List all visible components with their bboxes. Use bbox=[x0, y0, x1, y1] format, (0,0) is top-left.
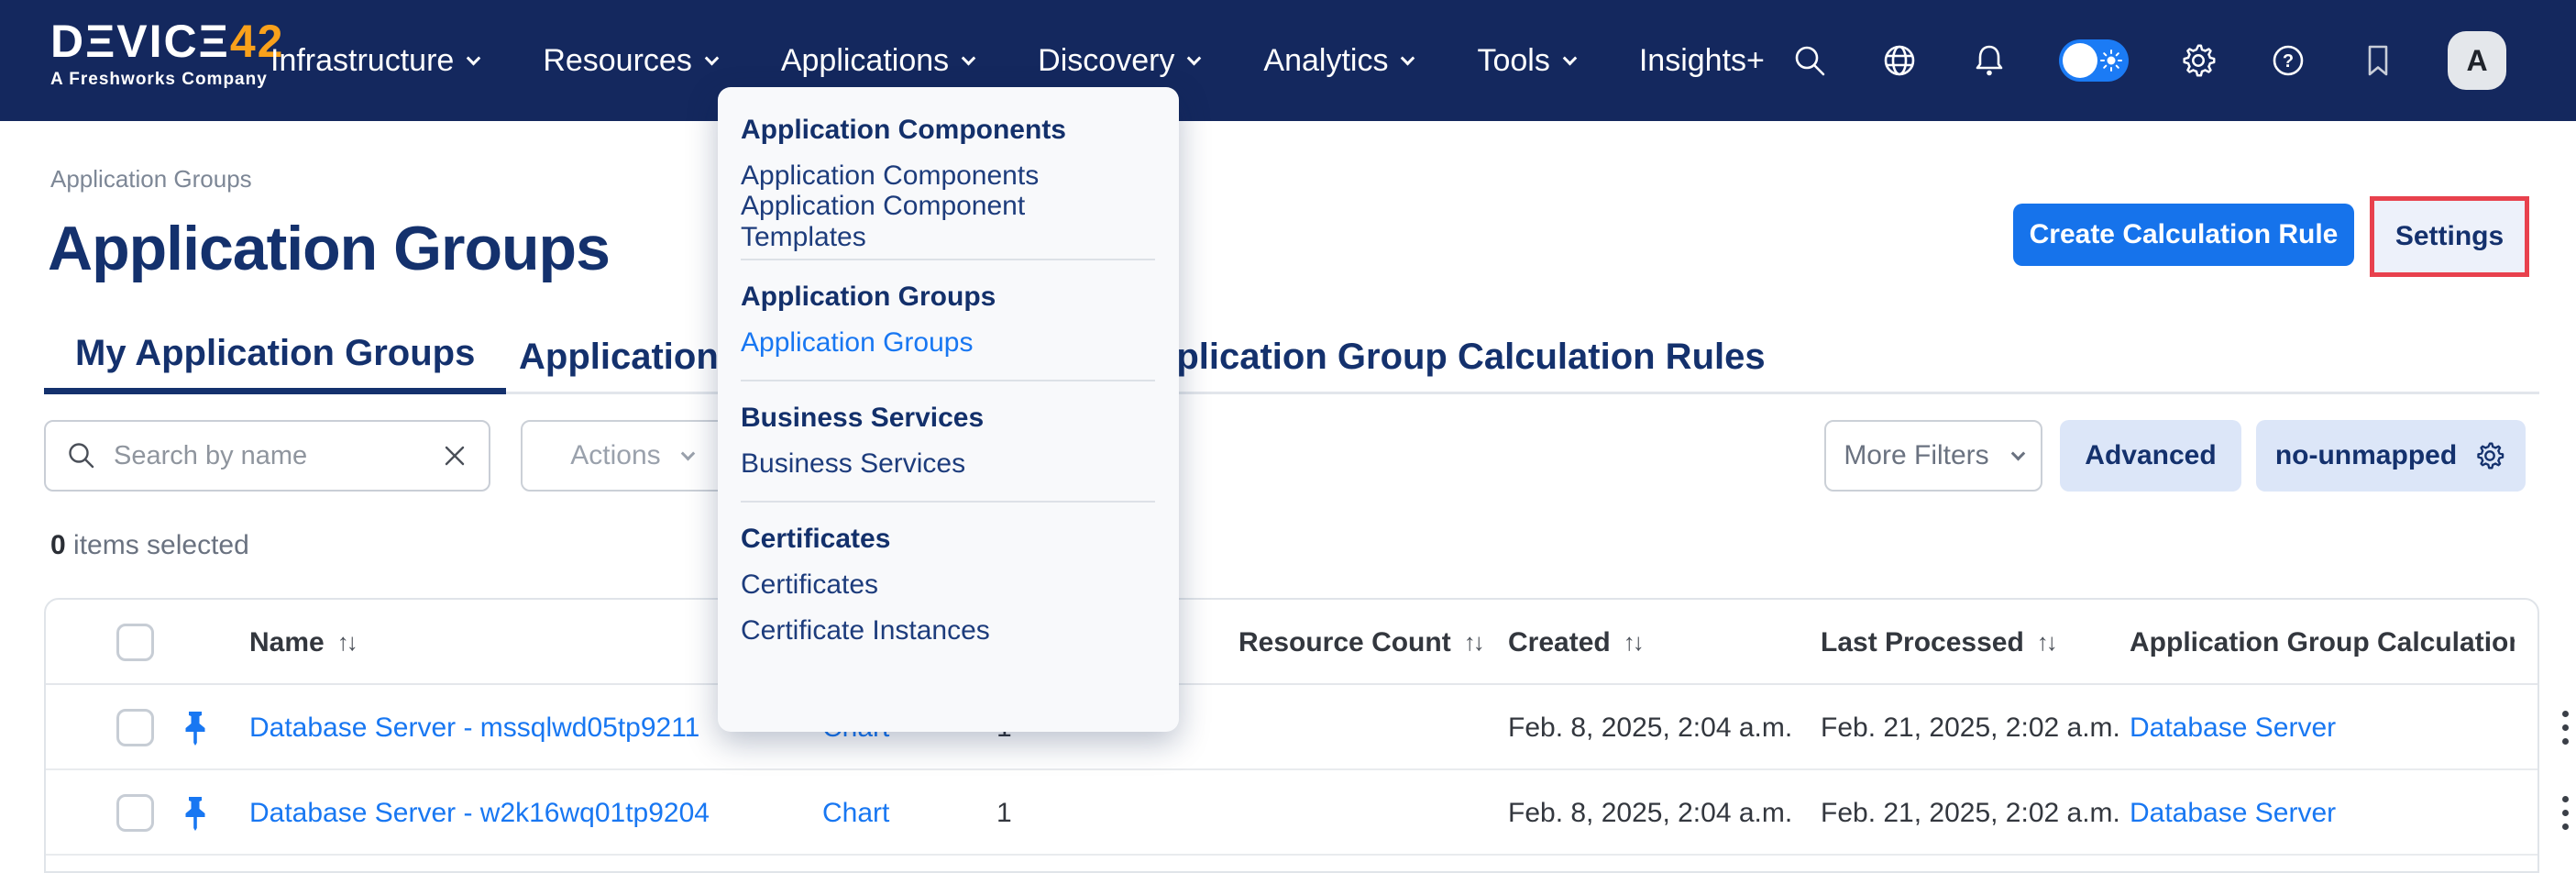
tab-application-group-calculation-rules[interactable]: Application Group Calculation Rules bbox=[1096, 319, 1797, 394]
menu-section-title: Business Services bbox=[741, 395, 1155, 441]
application-groups-table: Name↑↓ Resource Count↑↓ Created↑↓ Last P… bbox=[44, 598, 2539, 873]
pin-icon[interactable] bbox=[180, 770, 211, 856]
row-checkbox[interactable] bbox=[116, 709, 154, 746]
nav-insights-plus[interactable]: Insights+ bbox=[1639, 43, 1765, 79]
table-header-row: Name↑↓ Resource Count↑↓ Created↑↓ Last P… bbox=[46, 600, 2537, 685]
toggle-knob bbox=[2063, 43, 2097, 78]
logo-wordmark: DΞVICΞ42 bbox=[50, 17, 284, 66]
sort-icon[interactable]: ↑↓ bbox=[1624, 628, 1642, 657]
calculation-rule-link[interactable]: Database Server bbox=[2130, 798, 2336, 829]
nav-discovery[interactable]: Discovery bbox=[1038, 43, 1199, 79]
logo-tagline: A Freshworks Company bbox=[50, 70, 284, 90]
applications-menu: Application Components Application Compo… bbox=[718, 87, 1179, 732]
column-header-created[interactable]: Created↑↓ bbox=[1508, 600, 1642, 685]
chevron-down-icon bbox=[1187, 50, 1202, 65]
notifications-bell-icon[interactable] bbox=[1969, 40, 2009, 81]
count-value: 1 bbox=[996, 770, 1012, 856]
selection-summary: 0 items selected bbox=[50, 530, 249, 561]
row-menu-button[interactable] bbox=[2547, 685, 2576, 770]
top-navbar: DΞVICΞ42 A Freshworks Company Infrastruc… bbox=[0, 0, 2576, 121]
nav-analytics[interactable]: Analytics bbox=[1263, 43, 1413, 79]
menu-divider bbox=[741, 259, 1155, 260]
row-menu-button[interactable] bbox=[2547, 770, 2576, 856]
more-filters-dropdown[interactable]: More Filters bbox=[1824, 420, 2042, 492]
menu-divider bbox=[741, 380, 1155, 381]
tab-bar: My Application Groups Application Groups… bbox=[44, 319, 2539, 394]
menu-item-application-component-templates[interactable]: Application Component Templates bbox=[741, 199, 1155, 245]
selected-count: 0 bbox=[50, 530, 66, 560]
created-value: Feb. 8, 2025, 2:04 a.m. bbox=[1508, 770, 1792, 856]
column-header-resource-count[interactable]: Resource Count↑↓ bbox=[1238, 600, 1482, 685]
globe-icon[interactable] bbox=[1879, 40, 1920, 81]
search-icon bbox=[66, 440, 97, 471]
chevron-down-icon bbox=[705, 50, 720, 65]
menu-section-title: Application Components bbox=[741, 107, 1155, 153]
application-group-link[interactable]: Database Server - mssqlwd05tp9211 bbox=[249, 713, 699, 744]
nav-applications[interactable]: Applications bbox=[781, 43, 974, 79]
menu-divider bbox=[741, 501, 1155, 503]
logo-device: DΞVICΞ bbox=[50, 16, 230, 67]
menu-item-certificates[interactable]: Certificates bbox=[741, 562, 1155, 608]
nav-tools[interactable]: Tools bbox=[1477, 43, 1574, 79]
device42-logo[interactable]: DΞVICΞ42 A Freshworks Company bbox=[50, 17, 284, 90]
select-all-checkbox-cell bbox=[116, 600, 154, 685]
theme-toggle[interactable] bbox=[2059, 39, 2129, 82]
actions-dropdown[interactable]: Actions bbox=[521, 420, 743, 492]
chevron-down-icon bbox=[1563, 50, 1578, 65]
nav-infrastructure[interactable]: Infrastructure bbox=[270, 43, 479, 79]
table-row: Database Server - mssqlwd05tp9211 Chart … bbox=[46, 685, 2537, 770]
calculation-rule-link[interactable]: Database Server bbox=[2130, 713, 2336, 744]
settings-highlight-box: Settings bbox=[2370, 196, 2529, 277]
chevron-down-icon bbox=[2010, 446, 2025, 460]
chevron-down-icon bbox=[467, 50, 481, 65]
navbar-actions: ? A bbox=[1789, 0, 2506, 121]
column-header-last-processed[interactable]: Last Processed↑↓ bbox=[1821, 600, 2055, 685]
menu-section-title: Certificates bbox=[741, 516, 1155, 562]
create-calculation-rule-button[interactable]: Create Calculation Rule bbox=[2013, 204, 2354, 266]
sun-icon bbox=[2100, 50, 2122, 72]
settings-button[interactable]: Settings bbox=[2374, 201, 2525, 272]
last-processed-value: Feb. 21, 2025, 2:02 a.m. bbox=[1821, 685, 2120, 770]
select-all-checkbox[interactable] bbox=[116, 624, 154, 661]
menu-item-certificate-instances[interactable]: Certificate Instances bbox=[741, 608, 1155, 654]
kebab-icon bbox=[2562, 796, 2569, 830]
row-checkbox[interactable] bbox=[116, 794, 154, 832]
chevron-down-icon bbox=[680, 446, 695, 460]
application-group-link[interactable]: Database Server - w2k16wq01tp9204 bbox=[249, 798, 710, 829]
created-value: Feb. 8, 2025, 2:04 a.m. bbox=[1508, 685, 1792, 770]
scope-filter-button[interactable]: no-unmapped bbox=[2256, 420, 2526, 492]
advanced-button[interactable]: Advanced bbox=[2060, 420, 2241, 492]
tab-my-application-groups[interactable]: My Application Groups bbox=[44, 319, 506, 394]
kebab-icon bbox=[2562, 711, 2569, 745]
menu-section-title: Application Groups bbox=[741, 274, 1155, 320]
chevron-down-icon bbox=[1401, 50, 1415, 65]
clear-search-icon[interactable] bbox=[441, 442, 468, 470]
breadcrumb[interactable]: Application Groups bbox=[50, 165, 252, 193]
last-processed-value: Feb. 21, 2025, 2:02 a.m. bbox=[1821, 770, 2120, 856]
sort-icon[interactable]: ↑↓ bbox=[337, 628, 356, 657]
svg-text:?: ? bbox=[2283, 51, 2294, 72]
search-icon[interactable] bbox=[1789, 40, 1830, 81]
pin-icon[interactable] bbox=[180, 685, 211, 770]
sort-icon[interactable]: ↑↓ bbox=[2037, 628, 2055, 657]
search-input[interactable] bbox=[114, 441, 424, 471]
menu-item-business-services[interactable]: Business Services bbox=[741, 441, 1155, 487]
search-box bbox=[44, 420, 490, 492]
nav-resources[interactable]: Resources bbox=[543, 43, 717, 79]
chart-link[interactable]: Chart bbox=[822, 798, 889, 829]
page-title: Application Groups bbox=[48, 213, 610, 284]
help-icon[interactable]: ? bbox=[2268, 40, 2308, 81]
menu-item-application-groups[interactable]: Application Groups bbox=[741, 320, 1155, 366]
settings-gear-icon[interactable] bbox=[2178, 40, 2218, 81]
sort-icon[interactable]: ↑↓ bbox=[1464, 628, 1482, 657]
chevron-down-icon bbox=[962, 50, 976, 65]
table-row: Database Server - w2k16wq01tp9204 Chart … bbox=[46, 770, 2537, 856]
column-header-name[interactable]: Name↑↓ bbox=[249, 600, 356, 685]
gear-icon[interactable] bbox=[2473, 439, 2506, 472]
user-avatar[interactable]: A bbox=[2448, 31, 2506, 90]
bookmark-icon[interactable] bbox=[2358, 40, 2398, 81]
column-header-calculation-rule[interactable]: Application Group Calculation Rule bbox=[2130, 600, 2515, 685]
